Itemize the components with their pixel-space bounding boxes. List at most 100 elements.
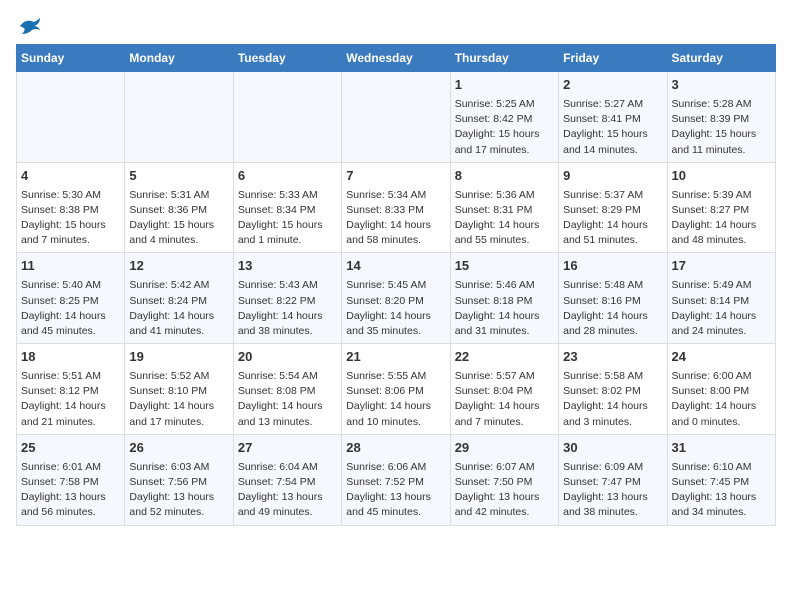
- day-content: Sunrise: 5:36 AM Sunset: 8:31 PM Dayligh…: [455, 188, 554, 249]
- calendar-cell: 4Sunrise: 5:30 AM Sunset: 8:38 PM Daylig…: [17, 162, 125, 253]
- day-number: 6: [238, 167, 337, 186]
- day-content: Sunrise: 5:58 AM Sunset: 8:02 PM Dayligh…: [563, 369, 662, 430]
- day-content: Sunrise: 5:43 AM Sunset: 8:22 PM Dayligh…: [238, 278, 337, 339]
- weekday-header-thursday: Thursday: [450, 45, 558, 72]
- day-number: 21: [346, 348, 445, 367]
- calendar-cell: 19 Sunrise: 5:52 AM Sunset: 8:10 PM Dayli…: [125, 344, 233, 435]
- day-number: 30: [563, 439, 662, 458]
- calendar-cell: 24 Sunrise: 6:00 AM Sunset: 8:00 PM Dayli…: [667, 344, 775, 435]
- day-number: 10: [672, 167, 771, 186]
- day-number: 19: [129, 348, 228, 367]
- day-number: 28: [346, 439, 445, 458]
- calendar-cell: 1 Sunrise: 5:25 AM Sunset: 8:42 PM Daylig…: [450, 72, 558, 163]
- day-number: 3: [672, 76, 771, 95]
- calendar-cell: [233, 72, 341, 163]
- calendar-table: SundayMondayTuesdayWednesdayThursdayFrid…: [16, 44, 776, 526]
- day-number: 13: [238, 257, 337, 276]
- calendar-cell: 16Sunrise: 5:48 AM Sunset: 8:16 PM Dayli…: [559, 253, 667, 344]
- day-number: 29: [455, 439, 554, 458]
- weekday-header-sunday: Sunday: [17, 45, 125, 72]
- weekday-header-row: SundayMondayTuesdayWednesdayThursdayFrid…: [17, 45, 776, 72]
- day-content: Sunrise: 5:51 AM Sunset: 8:12 PM Dayligh…: [21, 369, 120, 430]
- calendar-cell: 7 Sunrise: 5:34 AM Sunset: 8:33 PM Daylig…: [342, 162, 450, 253]
- day-number: 11: [21, 257, 120, 276]
- day-content: Sunrise: 5:33 AM Sunset: 8:34 PM Dayligh…: [238, 188, 337, 249]
- calendar-cell: 23 Sunrise: 5:58 AM Sunset: 8:02 PM Dayli…: [559, 344, 667, 435]
- calendar-cell: 20 Sunrise: 5:54 AM Sunset: 8:08 PM Dayli…: [233, 344, 341, 435]
- logo: [16, 16, 42, 36]
- day-content: Sunrise: 5:45 AM Sunset: 8:20 PM Dayligh…: [346, 278, 445, 339]
- calendar-cell: 3Sunrise: 5:28 AM Sunset: 8:39 PM Daylig…: [667, 72, 775, 163]
- day-content: Sunrise: 5:49 AM Sunset: 8:14 PM Dayligh…: [672, 278, 771, 339]
- weekday-header-saturday: Saturday: [667, 45, 775, 72]
- day-number: 27: [238, 439, 337, 458]
- day-content: Sunrise: 6:04 AM Sunset: 7:54 PM Dayligh…: [238, 460, 337, 521]
- calendar-cell: 27 Sunrise: 6:04 AM Sunset: 7:54 PM Dayli…: [233, 434, 341, 525]
- day-content: Sunrise: 5:25 AM Sunset: 8:42 PM Dayligh…: [455, 97, 554, 158]
- calendar-cell: 29 Sunrise: 6:07 AM Sunset: 7:50 PM Dayli…: [450, 434, 558, 525]
- day-number: 12: [129, 257, 228, 276]
- day-number: 7: [346, 167, 445, 186]
- day-content: Sunrise: 5:39 AM Sunset: 8:27 PM Dayligh…: [672, 188, 771, 249]
- calendar-week-row: 25 Sunrise: 6:01 AM Sunset: 7:58 PM Dayli…: [17, 434, 776, 525]
- day-number: 20: [238, 348, 337, 367]
- day-number: 23: [563, 348, 662, 367]
- logo-bird-icon: [18, 16, 42, 36]
- calendar-cell: 8Sunrise: 5:36 AM Sunset: 8:31 PM Daylig…: [450, 162, 558, 253]
- calendar-cell: 2 Sunrise: 5:27 AM Sunset: 8:41 PM Daylig…: [559, 72, 667, 163]
- weekday-header-tuesday: Tuesday: [233, 45, 341, 72]
- day-number: 2: [563, 76, 662, 95]
- calendar-cell: 26 Sunrise: 6:03 AM Sunset: 7:56 PM Dayli…: [125, 434, 233, 525]
- day-content: Sunrise: 5:34 AM Sunset: 8:33 PM Dayligh…: [346, 188, 445, 249]
- day-content: Sunrise: 6:10 AM Sunset: 7:45 PM Dayligh…: [672, 460, 771, 521]
- day-content: Sunrise: 5:55 AM Sunset: 8:06 PM Dayligh…: [346, 369, 445, 430]
- day-number: 5: [129, 167, 228, 186]
- calendar-week-row: 18Sunrise: 5:51 AM Sunset: 8:12 PM Dayli…: [17, 344, 776, 435]
- day-content: Sunrise: 5:42 AM Sunset: 8:24 PM Dayligh…: [129, 278, 228, 339]
- calendar-cell: 15 Sunrise: 5:46 AM Sunset: 8:18 PM Dayli…: [450, 253, 558, 344]
- day-content: Sunrise: 6:01 AM Sunset: 7:58 PM Dayligh…: [21, 460, 120, 521]
- calendar-cell: 22 Sunrise: 5:57 AM Sunset: 8:04 PM Dayli…: [450, 344, 558, 435]
- day-content: Sunrise: 5:54 AM Sunset: 8:08 PM Dayligh…: [238, 369, 337, 430]
- day-number: 24: [672, 348, 771, 367]
- calendar-week-row: 11Sunrise: 5:40 AM Sunset: 8:25 PM Dayli…: [17, 253, 776, 344]
- day-content: Sunrise: 6:06 AM Sunset: 7:52 PM Dayligh…: [346, 460, 445, 521]
- day-content: Sunrise: 5:31 AM Sunset: 8:36 PM Dayligh…: [129, 188, 228, 249]
- calendar-cell: 14 Sunrise: 5:45 AM Sunset: 8:20 PM Dayli…: [342, 253, 450, 344]
- day-number: 26: [129, 439, 228, 458]
- weekday-header-wednesday: Wednesday: [342, 45, 450, 72]
- day-content: Sunrise: 5:57 AM Sunset: 8:04 PM Dayligh…: [455, 369, 554, 430]
- calendar-cell: 10 Sunrise: 5:39 AM Sunset: 8:27 PM Dayli…: [667, 162, 775, 253]
- calendar-cell: 31 Sunrise: 6:10 AM Sunset: 7:45 PM Dayli…: [667, 434, 775, 525]
- page-header: [16, 16, 776, 36]
- day-number: 14: [346, 257, 445, 276]
- day-number: 25: [21, 439, 120, 458]
- day-number: 16: [563, 257, 662, 276]
- day-number: 22: [455, 348, 554, 367]
- day-content: Sunrise: 6:07 AM Sunset: 7:50 PM Dayligh…: [455, 460, 554, 521]
- day-content: Sunrise: 6:03 AM Sunset: 7:56 PM Dayligh…: [129, 460, 228, 521]
- day-content: Sunrise: 5:27 AM Sunset: 8:41 PM Dayligh…: [563, 97, 662, 158]
- day-number: 15: [455, 257, 554, 276]
- calendar-cell: 6 Sunrise: 5:33 AM Sunset: 8:34 PM Daylig…: [233, 162, 341, 253]
- day-content: Sunrise: 5:46 AM Sunset: 8:18 PM Dayligh…: [455, 278, 554, 339]
- calendar-cell: 9Sunrise: 5:37 AM Sunset: 8:29 PM Daylig…: [559, 162, 667, 253]
- day-content: Sunrise: 5:52 AM Sunset: 8:10 PM Dayligh…: [129, 369, 228, 430]
- day-number: 1: [455, 76, 554, 95]
- calendar-cell: 30Sunrise: 6:09 AM Sunset: 7:47 PM Dayli…: [559, 434, 667, 525]
- day-number: 4: [21, 167, 120, 186]
- calendar-week-row: 4Sunrise: 5:30 AM Sunset: 8:38 PM Daylig…: [17, 162, 776, 253]
- calendar-cell: [17, 72, 125, 163]
- calendar-cell: 17Sunrise: 5:49 AM Sunset: 8:14 PM Dayli…: [667, 253, 775, 344]
- day-content: Sunrise: 5:37 AM Sunset: 8:29 PM Dayligh…: [563, 188, 662, 249]
- day-content: Sunrise: 6:00 AM Sunset: 8:00 PM Dayligh…: [672, 369, 771, 430]
- calendar-week-row: 1 Sunrise: 5:25 AM Sunset: 8:42 PM Daylig…: [17, 72, 776, 163]
- calendar-cell: 5 Sunrise: 5:31 AM Sunset: 8:36 PM Daylig…: [125, 162, 233, 253]
- calendar-cell: 12 Sunrise: 5:42 AM Sunset: 8:24 PM Dayli…: [125, 253, 233, 344]
- calendar-cell: 18Sunrise: 5:51 AM Sunset: 8:12 PM Dayli…: [17, 344, 125, 435]
- calendar-cell: 28 Sunrise: 6:06 AM Sunset: 7:52 PM Dayli…: [342, 434, 450, 525]
- day-number: 31: [672, 439, 771, 458]
- calendar-cell: 11Sunrise: 5:40 AM Sunset: 8:25 PM Dayli…: [17, 253, 125, 344]
- calendar-cell: [125, 72, 233, 163]
- calendar-cell: 21 Sunrise: 5:55 AM Sunset: 8:06 PM Dayli…: [342, 344, 450, 435]
